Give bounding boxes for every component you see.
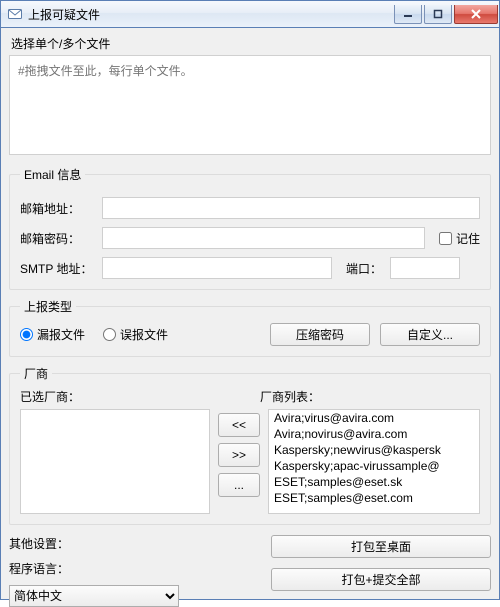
vendor-more-button[interactable]: ...	[218, 473, 260, 497]
vendor-list-item[interactable]: ESET;samples@eset.sk	[269, 474, 479, 490]
minimize-button[interactable]	[394, 5, 422, 24]
client-area: 选择单个/多个文件 Email 信息 邮箱地址： 邮箱密码： 记住 SMTP 地…	[0, 28, 500, 600]
port-label: 端口：	[346, 260, 382, 277]
vendor-list-item[interactable]: Avira;virus@avira.com	[269, 410, 479, 426]
radio-miss[interactable]: 漏报文件	[20, 326, 85, 343]
vendor-move-buttons: << >> ...	[218, 409, 260, 514]
file-select-label: 选择单个/多个文件	[11, 35, 491, 52]
file-select-section: 选择单个/多个文件	[9, 35, 491, 158]
radio-miss-label: 漏报文件	[37, 326, 85, 343]
radio-miss-input[interactable]	[20, 328, 33, 341]
window-controls	[394, 5, 498, 24]
other-settings-label: 其他设置：	[9, 535, 69, 552]
language-label: 程序语言：	[9, 560, 69, 577]
remember-checkbox-wrap[interactable]: 记住	[439, 230, 480, 247]
smtp-label: SMTP 地址：	[20, 260, 102, 277]
remember-label: 记住	[456, 230, 480, 247]
pack-submit-button[interactable]: 打包+提交全部	[271, 568, 491, 591]
port-input[interactable]	[390, 257, 460, 279]
smtp-input[interactable]	[102, 257, 332, 279]
vendor-list-label: 厂商列表：	[260, 388, 320, 405]
move-right-button[interactable]: >>	[218, 443, 260, 467]
language-select[interactable]: 简体中文	[9, 585, 179, 607]
email-legend: Email 信息	[20, 166, 85, 183]
app-icon	[7, 6, 23, 22]
custom-button[interactable]: 自定义...	[380, 323, 480, 346]
selected-vendors-list[interactable]	[20, 409, 210, 514]
vendor-legend: 厂商	[20, 365, 52, 382]
maximize-button[interactable]	[424, 5, 452, 24]
bottom-panel: 其他设置： 程序语言： 简体中文 打包至桌面 打包+提交全部	[9, 535, 491, 607]
vendor-list-item[interactable]: ESET;samples@eset.com	[269, 490, 479, 506]
remember-checkbox[interactable]	[439, 232, 452, 245]
pack-desktop-button[interactable]: 打包至桌面	[271, 535, 491, 558]
vendor-list-item[interactable]: Avira;novirus@avira.com	[269, 426, 479, 442]
email-address-label: 邮箱地址：	[20, 200, 102, 217]
vendor-list[interactable]: Avira;virus@avira.comAvira;novirus@avira…	[268, 409, 480, 514]
email-group: Email 信息 邮箱地址： 邮箱密码： 记住 SMTP 地址： 端口：	[9, 166, 491, 290]
report-type-group: 上报类型 漏报文件 误报文件 压缩密码 自定义...	[9, 298, 491, 357]
email-password-input[interactable]	[102, 227, 425, 249]
email-address-input[interactable]	[102, 197, 480, 219]
vendor-group: 厂商 已选厂商： 厂商列表： << >> ... Avira;virus@avi…	[9, 365, 491, 525]
radio-false-label: 误报文件	[120, 326, 168, 343]
report-type-legend: 上报类型	[20, 298, 76, 315]
selected-vendors-label: 已选厂商：	[20, 388, 260, 405]
close-button[interactable]	[454, 5, 498, 24]
title-bar: 上报可疑文件	[0, 0, 500, 28]
radio-false[interactable]: 误报文件	[103, 326, 168, 343]
vendor-list-item[interactable]: Kaspersky;apac-virussample@	[269, 458, 479, 474]
vendor-list-item[interactable]: Kaspersky;newvirus@kaspersk	[269, 442, 479, 458]
move-left-button[interactable]: <<	[218, 413, 260, 437]
radio-false-input[interactable]	[103, 328, 116, 341]
file-drop-area[interactable]	[9, 55, 491, 155]
email-password-label: 邮箱密码：	[20, 230, 102, 247]
window-title: 上报可疑文件	[28, 6, 394, 23]
zip-password-button[interactable]: 压缩密码	[270, 323, 370, 346]
